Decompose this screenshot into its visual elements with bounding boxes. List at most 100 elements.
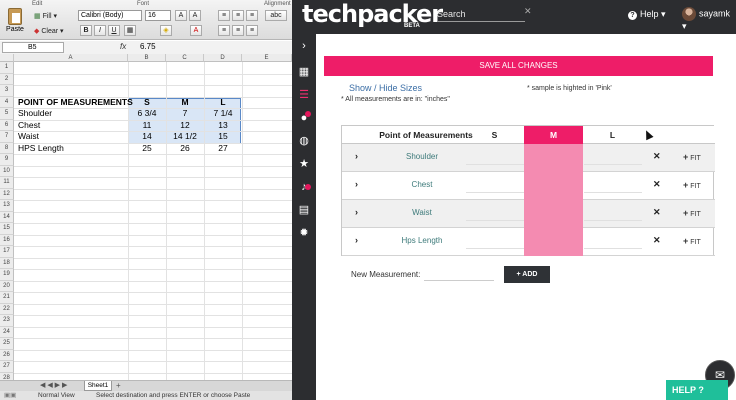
clear-button[interactable]: ◆ Clear ▾	[34, 26, 64, 37]
help-menu[interactable]: ? Help ▾	[628, 9, 666, 20]
row-header[interactable]: 25	[0, 338, 14, 350]
collapse-chevron-icon[interactable]: ›	[292, 36, 316, 56]
sheet-tab[interactable]: Sheet1	[84, 381, 112, 391]
clipboard-icon[interactable]: ▤	[292, 200, 316, 220]
align-middle-button[interactable]: ≡	[232, 25, 244, 36]
align-top-button[interactable]: ≡	[218, 25, 230, 36]
add-fit-button[interactable]: + FIT	[683, 152, 701, 162]
cell-value[interactable]: 7 1/4	[204, 108, 242, 119]
star-icon[interactable]: ★	[292, 154, 316, 174]
row-header[interactable]: 27	[0, 361, 14, 373]
row-header[interactable]: 14	[0, 211, 14, 223]
borders-button[interactable]: ▦	[124, 25, 136, 36]
delete-row-icon[interactable]: ✕	[653, 235, 661, 246]
save-all-changes-button[interactable]: SAVE ALL CHANGES	[324, 56, 713, 76]
font-name-select[interactable]: Calibri (Body)	[78, 10, 142, 21]
size-m-input[interactable]	[524, 172, 583, 200]
cell-value[interactable]: 26	[166, 143, 204, 154]
gear-icon[interactable]: ✹	[292, 223, 316, 243]
cell-header-size[interactable]: S	[128, 97, 166, 108]
row-header[interactable]: 22	[0, 303, 14, 315]
cell-header-size[interactable]: M	[166, 97, 204, 108]
row-header[interactable]: 4	[0, 96, 14, 108]
wrap-text-button[interactable]: abc	[265, 10, 287, 21]
row-header[interactable]: 16	[0, 234, 14, 246]
italic-button[interactable]: I	[94, 25, 106, 36]
row-header[interactable]: 18	[0, 257, 14, 269]
row-header[interactable]: 12	[0, 188, 14, 200]
row-header[interactable]: 6	[0, 119, 14, 131]
row-header[interactable]: 17	[0, 246, 14, 258]
row-header[interactable]: 19	[0, 269, 14, 281]
column-header[interactable]: A	[14, 54, 128, 62]
align-left-button[interactable]: ≡	[218, 10, 230, 21]
size-s-input[interactable]	[466, 220, 524, 221]
team-icon[interactable]: ●	[292, 108, 316, 128]
user-menu[interactable]: sayamk ▾	[682, 7, 736, 32]
column-header[interactable]: E	[242, 54, 292, 62]
measurement-label[interactable]: Shoulder	[382, 152, 462, 161]
cell-label[interactable]: HPS Length	[18, 143, 128, 154]
row-header[interactable]: 21	[0, 292, 14, 304]
size-s-input[interactable]	[466, 164, 524, 165]
measurement-label[interactable]: Hps Length	[382, 236, 462, 245]
cell-label[interactable]: Chest	[18, 120, 128, 131]
delete-row-icon[interactable]: ✕	[653, 207, 661, 218]
view-switcher[interactable]: ▣▣	[4, 391, 16, 400]
expand-chevron-icon[interactable]: ›	[355, 207, 358, 217]
measurement-label[interactable]: Chest	[382, 180, 462, 189]
row-header[interactable]: 23	[0, 315, 14, 327]
cell-value[interactable]: 11	[128, 120, 166, 131]
row-header[interactable]: 13	[0, 200, 14, 212]
column-header[interactable]: D	[204, 54, 242, 62]
size-s-input[interactable]	[466, 248, 524, 249]
paste-button[interactable]: Paste	[4, 8, 26, 38]
cell-header-label[interactable]: POINT OF MEASUREMENTS	[18, 97, 133, 108]
cell-value[interactable]: 6 3/4	[128, 108, 166, 119]
size-m-input[interactable]	[524, 228, 583, 256]
bold-button[interactable]: B	[80, 25, 92, 36]
add-fit-button[interactable]: + FIT	[683, 180, 701, 190]
align-bottom-button[interactable]: ≡	[246, 25, 258, 36]
search-input[interactable]: Search	[437, 6, 525, 22]
size-l-input[interactable]	[584, 248, 642, 249]
row-header[interactable]: 7	[0, 131, 14, 143]
add-sheet-button[interactable]: +	[116, 381, 121, 390]
expand-chevron-icon[interactable]: ›	[355, 151, 358, 161]
delete-row-icon[interactable]: ✕	[653, 179, 661, 190]
name-box[interactable]: B5	[2, 42, 64, 53]
cell-value[interactable]: 12	[166, 120, 204, 131]
font-color-button[interactable]: A	[190, 25, 202, 36]
row-header[interactable]: 24	[0, 326, 14, 338]
cell-value[interactable]: 15	[204, 131, 242, 142]
list-icon[interactable]: ☰	[292, 85, 316, 105]
underline-button[interactable]: U	[108, 25, 120, 36]
cell-value[interactable]: 7	[166, 108, 204, 119]
row-header[interactable]: 10	[0, 165, 14, 177]
row-header[interactable]: 20	[0, 280, 14, 292]
size-m-input[interactable]	[524, 200, 583, 228]
bell-icon[interactable]: ♪	[292, 177, 316, 197]
cell-value[interactable]: 14	[128, 131, 166, 142]
size-s-input[interactable]	[466, 192, 524, 193]
size-l-input[interactable]	[584, 220, 642, 221]
cell-header-size[interactable]: L	[204, 97, 242, 108]
delete-row-icon[interactable]: ✕	[653, 151, 661, 162]
show-hide-sizes-link[interactable]: Show / Hide Sizes	[349, 83, 422, 93]
new-measurement-input[interactable]	[424, 280, 494, 281]
row-header[interactable]: 9	[0, 154, 14, 166]
row-header[interactable]: 3	[0, 85, 14, 97]
spreadsheet-grid[interactable]: A B C D E 1 2 3 4 5 6 7 8 9 10 11 12 13 14 15 16 17 18 19 20 21 22…	[0, 54, 292, 380]
size-l-input[interactable]	[584, 164, 642, 165]
size-l-input[interactable]	[584, 192, 642, 193]
formula-value[interactable]: 6.75	[140, 42, 156, 51]
align-center-button[interactable]: ≡	[232, 10, 244, 21]
cell-value[interactable]: 14 1/2	[166, 131, 204, 142]
column-header[interactable]: B	[128, 54, 166, 62]
help-chat-button[interactable]: HELP ?	[666, 380, 728, 400]
measurement-label[interactable]: Waist	[382, 208, 462, 217]
column-header[interactable]: C	[166, 54, 204, 62]
add-fit-button[interactable]: + FIT	[683, 208, 701, 218]
expand-chevron-icon[interactable]: ›	[355, 235, 358, 245]
cell-label[interactable]: Shoulder	[18, 108, 128, 119]
